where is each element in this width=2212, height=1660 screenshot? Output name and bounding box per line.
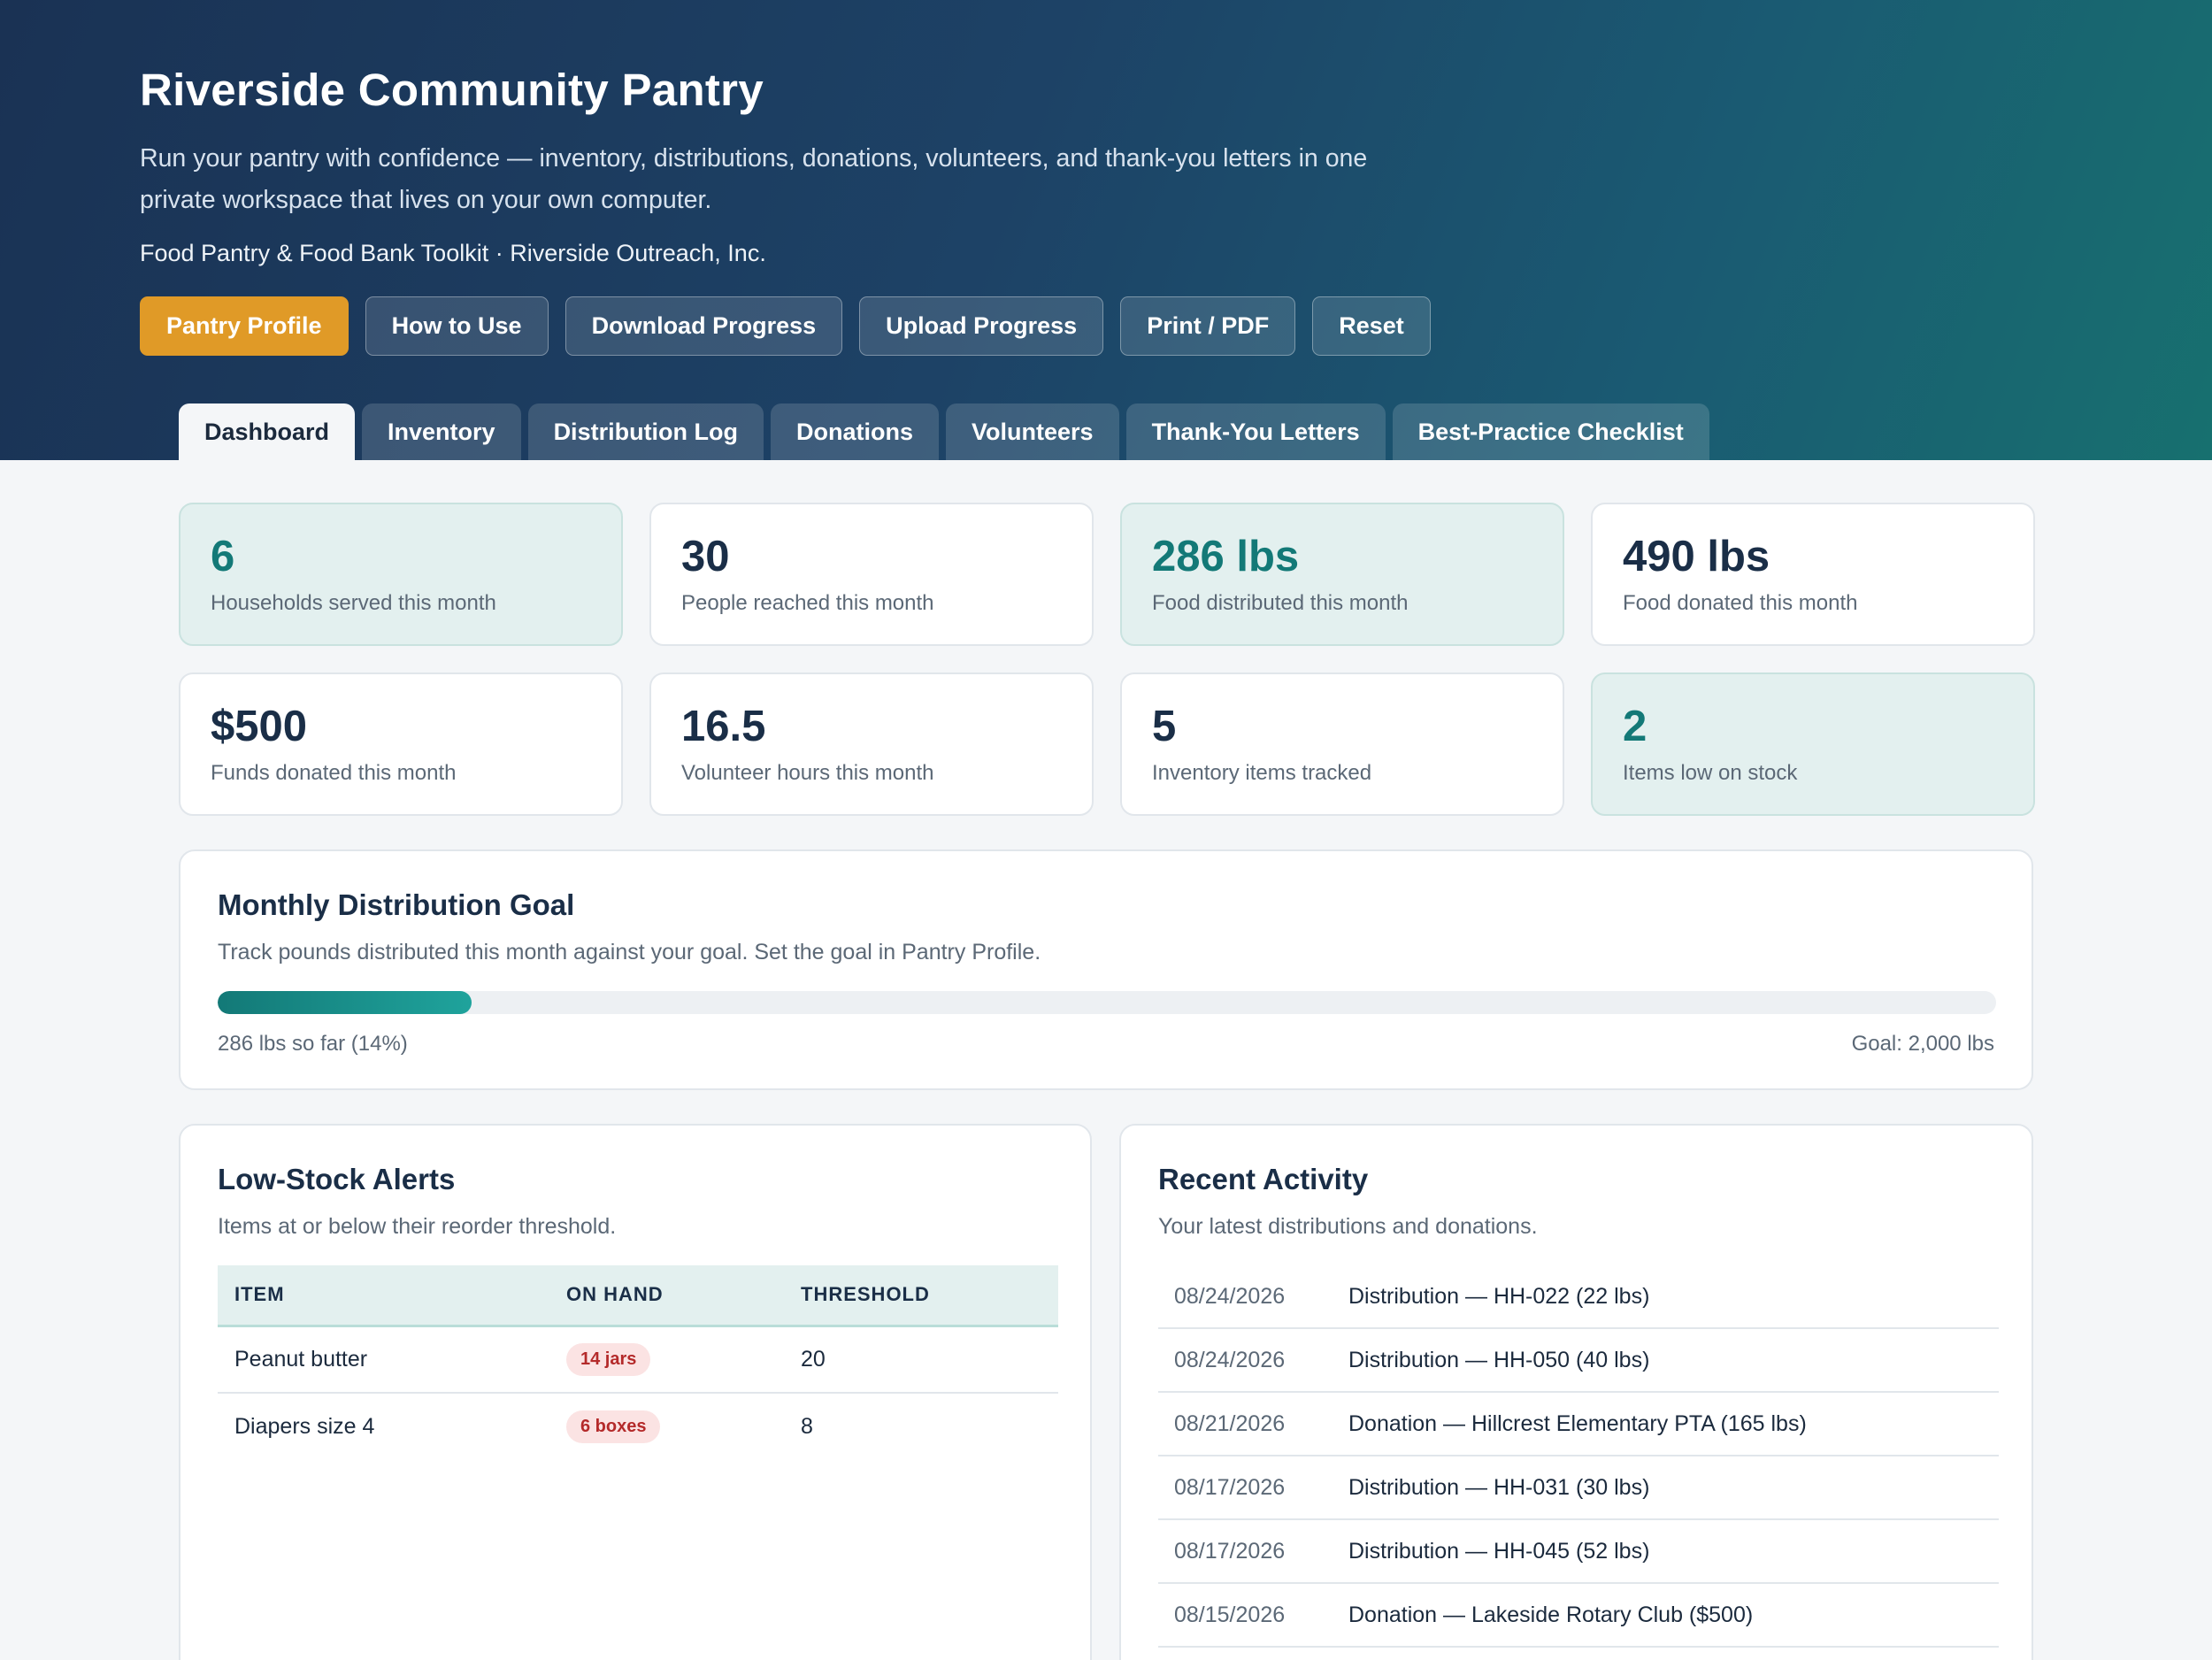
panel-subtitle: Track pounds distributed this month agai…	[218, 940, 1041, 964]
stat-label: People reached this month	[681, 591, 934, 615]
how-to-use-button[interactable]: How to Use	[365, 296, 549, 356]
app-title: Riverside Community Pantry	[140, 65, 764, 115]
app-description: Run your pantry with confidence — invent…	[140, 144, 1368, 214]
item-name: Diapers size 4	[234, 1414, 375, 1439]
stat-card-low-stock: 2 Items low on stock	[1591, 672, 2035, 816]
toolbar: Pantry Profile How to Use Download Progr…	[140, 296, 1431, 356]
tab-best-practice-checklist[interactable]: Best-Practice Checklist	[1392, 403, 1709, 460]
tab-thank-you-letters[interactable]: Thank-You Letters	[1125, 403, 1386, 460]
stat-card-funds-donated: $500 Funds donated this month	[179, 672, 623, 816]
stat-value: 286 lbs	[1152, 533, 1300, 580]
recent-activity-panel: Recent Activity Your latest distribution…	[1119, 1124, 2033, 1660]
list-item: 08/17/2026 Distribution — HH-045 (52 lbs…	[1158, 1520, 1999, 1584]
tab-volunteers[interactable]: Volunteers	[946, 403, 1119, 460]
column-header-item: ITEM	[218, 1265, 549, 1327]
activity-date: 08/24/2026	[1174, 1283, 1286, 1309]
list-item: 08/21/2026 Donation — Hillcrest Elementa…	[1158, 1393, 1999, 1456]
stat-value: 30	[681, 533, 730, 580]
activity-list: 08/24/2026 Distribution — HH-022 (22 lbs…	[1158, 1265, 1999, 1648]
print-pdf-button[interactable]: Print / PDF	[1120, 296, 1296, 356]
activity-description: Donation — Hillcrest Elementary PTA (165…	[1348, 1410, 1807, 1436]
stat-card-inventory-items: 5 Inventory items tracked	[1120, 672, 1564, 816]
stat-value: $500	[211, 703, 308, 750]
stat-label: Food donated this month	[1623, 591, 1858, 615]
activity-date: 08/17/2026	[1174, 1474, 1286, 1500]
goal-so-far-text: 286 lbs so far (14%)	[218, 1032, 408, 1056]
low-stock-table: ITEM ON HAND THRESHOLD Peanut butter 14 …	[218, 1265, 1058, 1460]
panel-title: Low-Stock Alerts	[218, 1163, 456, 1195]
threshold-value: 8	[801, 1414, 813, 1439]
tab-dashboard[interactable]: Dashboard	[179, 403, 356, 460]
activity-date: 08/15/2026	[1174, 1602, 1286, 1627]
table-header-row: ITEM ON HAND THRESHOLD	[218, 1265, 1058, 1327]
item-name: Peanut butter	[218, 1326, 549, 1394]
panel-subtitle: Items at or below their reorder threshol…	[218, 1214, 617, 1239]
stat-label: Items low on stock	[1623, 761, 1798, 785]
stat-card-food-distributed: 286 lbs Food distributed this month	[1120, 503, 1564, 646]
monthly-goal-panel: Monthly Distribution Goal Track pounds d…	[179, 849, 2033, 1090]
stat-value: 6	[211, 533, 235, 580]
column-header-threshold: THRESHOLD	[784, 1265, 1058, 1327]
stat-card-people: 30 People reached this month	[649, 503, 1094, 646]
low-stock-panel: Low-Stock Alerts Items at or below their…	[179, 1124, 1092, 1660]
download-progress-button[interactable]: Download Progress	[565, 296, 843, 356]
list-item: 08/24/2026 Distribution — HH-022 (22 lbs…	[1158, 1265, 1999, 1329]
activity-description: Distribution — HH-031 (30 lbs)	[1348, 1474, 1650, 1500]
activity-description: Distribution — HH-050 (40 lbs)	[1348, 1347, 1650, 1372]
table-row: Diapers size 4 6 boxes 8	[218, 1393, 1058, 1460]
stat-label: Funds donated this month	[211, 761, 457, 785]
stat-card-volunteer-hours: 16.5 Volunteer hours this month	[649, 672, 1094, 816]
stat-label: Households served this month	[211, 591, 496, 615]
threshold-value: 20	[784, 1326, 1058, 1394]
stat-value: 490 lbs	[1623, 533, 1770, 580]
on-hand-cell: 6 boxes	[549, 1393, 784, 1460]
upload-progress-button[interactable]: Upload Progress	[859, 296, 1104, 356]
list-item: 08/24/2026 Distribution — HH-050 (40 lbs…	[1158, 1329, 1999, 1393]
activity-date: 08/24/2026	[1174, 1347, 1286, 1372]
tab-bar: Dashboard Inventory Distribution Log Don…	[179, 403, 1709, 460]
stat-value: 2	[1623, 703, 1647, 750]
stat-card-households: 6 Households served this month	[179, 503, 623, 646]
list-item: 08/17/2026 Distribution — HH-031 (30 lbs…	[1158, 1456, 1999, 1520]
activity-date: 08/21/2026	[1174, 1410, 1286, 1436]
panel-subtitle: Your latest distributions and donations.	[1158, 1214, 1538, 1239]
goal-progress-fill	[218, 991, 472, 1014]
app-header: Riverside Community Pantry Run your pant…	[0, 0, 2212, 460]
goal-progress-bar	[218, 991, 1996, 1014]
header-text: Riverside Community Pantry Run your pant…	[140, 60, 2086, 271]
stat-label: Inventory items tracked	[1152, 761, 1372, 785]
stat-label: Volunteer hours this month	[681, 761, 934, 785]
stat-label: Food distributed this month	[1152, 591, 1409, 615]
tab-inventory[interactable]: Inventory	[362, 403, 521, 460]
tab-donations[interactable]: Donations	[771, 403, 940, 460]
stats-grid: 6 Households served this month 30 People…	[179, 503, 2035, 816]
goal-target-text: Goal: 2,000 lbs	[1851, 1032, 1994, 1056]
low-stock-badge: 6 boxes	[566, 1410, 661, 1443]
stat-card-food-donated: 490 lbs Food donated this month	[1591, 503, 2035, 646]
table-row: Peanut butter 14 jars 20	[218, 1326, 1058, 1394]
panel-title: Monthly Distribution Goal	[218, 888, 575, 921]
activity-description: Distribution — HH-045 (52 lbs)	[1348, 1538, 1650, 1564]
stat-value: 5	[1152, 703, 1177, 750]
activity-description: Distribution — HH-022 (22 lbs)	[1348, 1283, 1650, 1309]
panel-title: Recent Activity	[1158, 1163, 1369, 1195]
pantry-profile-button[interactable]: Pantry Profile	[140, 296, 349, 356]
on-hand-cell: 14 jars	[549, 1326, 784, 1394]
tab-distribution-log[interactable]: Distribution Log	[527, 403, 764, 460]
activity-date: 08/17/2026	[1174, 1538, 1286, 1564]
low-stock-badge: 14 jars	[566, 1342, 651, 1376]
column-header-on-hand: ON HAND	[549, 1265, 784, 1327]
stat-value: 16.5	[681, 703, 766, 750]
list-item: 08/15/2026 Donation — Lakeside Rotary Cl…	[1158, 1584, 1999, 1648]
activity-description: Donation — Lakeside Rotary Club ($500)	[1348, 1602, 1754, 1627]
org-line: Food Pantry & Food Bank Toolkit · Rivers…	[140, 240, 766, 266]
reset-button[interactable]: Reset	[1312, 296, 1431, 356]
